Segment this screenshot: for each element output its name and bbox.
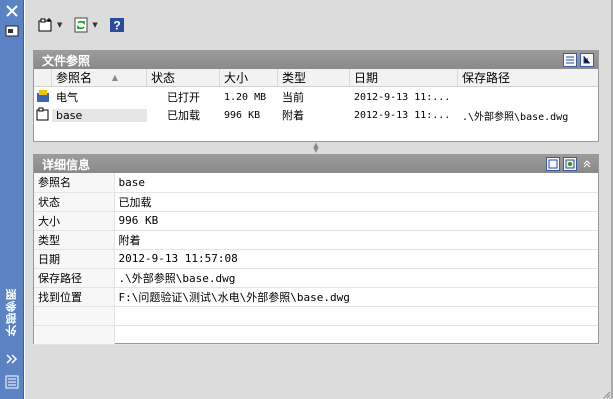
details-icon[interactable] [546,157,560,171]
help-icon: ? [108,16,126,34]
detail-key: 保存路径 [34,268,115,288]
refresh-icon [72,16,90,34]
detail-row [34,325,598,345]
file-references-panel: 文件参照 参照名 ▲ 状态 大小 类型 日期 保存路径 电气 已打开 1.20 … [33,50,599,142]
details-title: 详细信息 [42,157,91,172]
detail-key [34,325,115,345]
detail-value [114,306,598,326]
chevron-down-icon[interactable]: ▼ [57,21,62,29]
column-header-date[interactable]: 日期 [350,69,458,86]
detail-value [114,325,598,345]
panel-splitter[interactable]: ▲ ▼ [33,142,599,154]
detail-key [34,306,115,326]
reference-type: 当前 [282,91,304,104]
column-header-size-label: 大小 [224,71,249,85]
reference-size: 996 KB [224,109,261,121]
attach-dwg-button[interactable]: ▼ [34,14,65,36]
column-header-type-label: 类型 [282,71,307,85]
detail-row: 保存路径 .\外部参照\base.dwg [34,268,598,288]
auto-hide-icon[interactable] [2,350,22,368]
collapse-icon[interactable] [580,157,594,171]
chevron-down-icon[interactable]: ▼ [92,21,97,29]
detail-row [34,306,598,326]
detail-key: 找到位置 [34,287,115,307]
column-header-name[interactable]: 参照名 ▲ [52,69,147,86]
file-references-header: 文件参照 [34,51,598,69]
palette-title-label: 外部参照 [5,288,18,336]
reference-date: 2012-9-13 11:... [354,109,451,121]
column-icon-spacer [34,69,52,86]
column-header-status[interactable]: 状态 [147,69,220,86]
details-panel: 详细信息 参照名 base 状态 已加载 大小 996 KB 类型 附着 日期 2012-… [33,154,599,345]
detail-row: 大小 996 KB [34,211,598,231]
detail-row: 日期 2012-9-13 11:57:08 [34,249,598,269]
tree-view-icon[interactable] [580,53,594,67]
palette-title: 外部参照 [2,282,22,342]
detail-value: 2012-9-13 11:57:08 [114,249,598,269]
detail-row: 参照名 base [34,173,598,193]
detail-key: 大小 [34,211,115,231]
reference-type: 附着 [282,109,304,122]
file-references-columns: 参照名 ▲ 状态 大小 类型 日期 保存路径 [34,69,598,87]
column-header-path[interactable]: 保存路径 [458,69,598,86]
properties-icon[interactable] [2,22,22,40]
column-header-type[interactable]: 类型 [278,69,350,86]
file-references-title: 文件参照 [42,53,91,68]
sort-ascending-icon: ▲ [111,73,118,82]
list-view-icon[interactable] [563,53,577,67]
palette-body: ▼ ▼ ? 文件参照 参照名 ▲ 状态 大小 类型 日期 保存路径 电气 已打开… [25,0,613,399]
detail-key: 类型 [34,230,115,250]
detail-row: 状态 已加载 [34,192,598,212]
column-header-size[interactable]: 大小 [220,69,278,86]
reference-name: 电气 [56,91,78,104]
detail-value: 已加载 [114,192,598,212]
detail-value: .\外部参照\base.dwg [114,268,598,288]
column-header-name-label: 参照名 [56,71,93,85]
reference-date: 2012-9-13 11:... [354,91,451,103]
detail-row: 找到位置 F:\问题验证\测试\水电\外部参照\base.dwg [34,287,598,307]
reference-size: 1.20 MB [224,91,267,103]
detail-row: 类型 附着 [34,230,598,250]
details-header: 详细信息 [34,155,598,173]
palette-sidebar: 外部参照 [0,0,24,399]
attach-dwg-icon [37,16,55,34]
resize-grip-icon[interactable] [601,388,611,399]
detail-value: base [114,173,598,193]
detail-value: F:\问题验证\测试\水电\外部参照\base.dwg [114,287,598,307]
preview-icon[interactable] [563,157,577,171]
file-reference-row[interactable]: 电气 已打开 1.20 MB 当前 2012-9-13 11:... [34,88,598,106]
detail-value: 附着 [114,230,598,250]
toolbar: ▼ ▼ ? [34,13,129,37]
refresh-button[interactable]: ▼ [69,14,100,36]
xref-dwg-icon [34,107,52,124]
detail-key: 日期 [34,249,115,269]
column-header-status-label: 状态 [151,71,176,85]
detail-key: 状态 [34,192,115,212]
reference-status: 已加载 [167,109,200,122]
help-button[interactable]: ? [105,14,129,36]
details-table: 参照名 base 状态 已加载 大小 996 KB 类型 附着 日期 2012-9-13 … [34,173,598,345]
reference-name: base [52,108,147,122]
splitter-down-icon: ▼ [313,146,319,154]
detail-key: 参照名 [34,173,115,193]
menu-icon[interactable] [2,373,22,391]
reference-path: .\外部参照\base.dwg [462,111,569,123]
detail-value: 996 KB [114,211,598,231]
reference-status: 已打开 [167,91,200,104]
column-header-path-label: 保存路径 [462,71,511,85]
svg-text:?: ? [113,19,120,33]
column-header-date-label: 日期 [354,71,379,85]
file-reference-row[interactable]: base 已加载 996 KB 附着 2012-9-13 11:... .\外部… [34,106,598,124]
drawing-icon [34,89,52,106]
close-icon[interactable] [2,2,22,20]
